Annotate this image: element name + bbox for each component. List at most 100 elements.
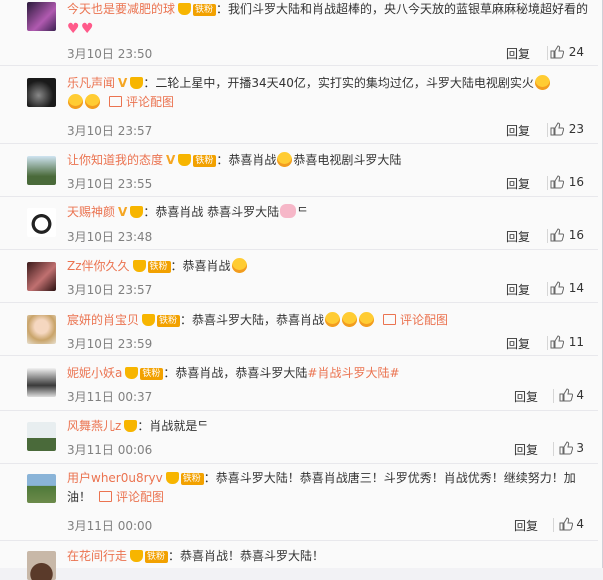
emoji-icon: [85, 94, 100, 109]
comment-time: 3月10日 23:57: [67, 124, 153, 138]
like-count[interactable]: 11: [569, 335, 584, 349]
fan-badge: 铁粉: [157, 315, 181, 327]
comment-time: 3月10日 23:59: [67, 337, 153, 351]
heart-emoji-icon: ♥: [81, 21, 94, 37]
comment-time: 3月11日 00:00: [67, 519, 153, 533]
view-image-link[interactable]: 评论配图: [109, 95, 174, 109]
comment-text: ：二轮上星中，开播34天40亿，实打实的集均过亿，斗罗大陆电视剧实火: [143, 76, 534, 90]
reply-button[interactable]: 回复: [514, 517, 538, 534]
comment-time: 3月11日 00:37: [67, 390, 153, 404]
comment-text: ：恭喜肖战！恭喜斗罗大陆！: [168, 549, 325, 563]
image-icon: [99, 491, 113, 502]
user-name[interactable]: Zz伴你久久: [67, 259, 130, 273]
crown-icon: [165, 472, 179, 484]
avatar[interactable]: [27, 156, 56, 185]
comment-body: 让你知道我的态度 V 铁粉 ：恭喜肖战 恭喜电视剧斗罗大陆: [67, 151, 590, 170]
pig-emoji-icon: [280, 204, 297, 218]
user-name[interactable]: 乐凡声闻: [67, 76, 115, 90]
comment-text: ：恭喜斗罗大陆！恭喜肖战唐三！斗罗优秀！肖战优秀！继续努力！加: [203, 471, 576, 485]
crown-icon: [132, 260, 146, 272]
crown-icon: [178, 154, 192, 166]
thumb-up-icon[interactable]: [559, 388, 573, 402]
view-image-label: 评论配图: [116, 490, 165, 504]
view-image-link[interactable]: 评论配图: [99, 490, 164, 504]
avatar[interactable]: [27, 315, 56, 344]
avatar[interactable]: [27, 262, 56, 291]
comment-text: ：恭喜肖战: [170, 259, 231, 273]
crown-icon: [142, 314, 156, 326]
like-count[interactable]: 4: [576, 517, 584, 531]
comment-item: 风舞燕儿z ：肖战就是ᄃ 3月11日 00:06 回复 3: [0, 411, 598, 464]
comment-body: 宸妍的肖宝贝 铁粉 ：恭喜斗罗大陆，恭喜肖战 评论配图: [67, 311, 590, 330]
crown-icon: [178, 3, 192, 15]
thumb-up-icon[interactable]: [550, 45, 564, 59]
avatar[interactable]: [27, 551, 56, 580]
user-name[interactable]: 天赐神颜: [67, 205, 115, 219]
like-count[interactable]: 3: [576, 441, 584, 455]
reply-button[interactable]: 回复: [514, 388, 538, 405]
avatar[interactable]: [27, 78, 56, 107]
user-name[interactable]: 今天也是要减肥的球: [67, 2, 175, 16]
comment-body: 妮妮小妖a 铁粉 ：恭喜肖战，恭喜斗罗大陆#肖战斗罗大陆#: [67, 364, 590, 383]
reply-button[interactable]: 回复: [506, 281, 530, 298]
comment-item: 让你知道我的态度 V 铁粉 ：恭喜肖战 恭喜电视剧斗罗大陆 3月10日 23:55 回复…: [0, 144, 598, 197]
user-name[interactable]: 妮妮小妖a: [67, 366, 122, 380]
thumb-up-icon[interactable]: [550, 281, 564, 295]
user-name[interactable]: 在花间行走: [67, 549, 127, 563]
divider: [547, 176, 548, 190]
user-name[interactable]: 宸妍的肖宝贝: [67, 313, 139, 327]
like-count[interactable]: 4: [576, 388, 584, 402]
emoji-icon: [325, 312, 341, 327]
topic-tag-link[interactable]: #肖战斗罗大陆#: [307, 366, 399, 380]
user-name[interactable]: 用户wher0u8ryv: [67, 471, 163, 485]
reply-button[interactable]: 回复: [506, 122, 530, 139]
avatar[interactable]: [27, 474, 56, 503]
reply-button[interactable]: 回复: [506, 335, 530, 352]
emoji-icon: [342, 312, 358, 327]
view-image-label: 评论配图: [126, 95, 175, 109]
crown-icon: [130, 550, 144, 562]
thumb-up-icon[interactable]: [550, 175, 564, 189]
reply-button[interactable]: 回复: [514, 441, 538, 458]
comment-item: 今天也是要减肥的球 铁粉 ：我们斗罗大陆和肖战超棒的，央八今天放的蓝银草麻麻秘境超好…: [0, 0, 598, 66]
avatar[interactable]: [27, 422, 56, 451]
divider: [553, 442, 554, 456]
image-icon: [383, 314, 397, 325]
crown-icon: [130, 206, 144, 218]
reply-button[interactable]: 回复: [506, 175, 530, 192]
user-name[interactable]: 让你知道我的态度: [67, 153, 163, 167]
comment-body: 用户wher0u8ryv 铁粉 ：恭喜斗罗大陆！恭喜肖战唐三！斗罗优秀！肖战优秀！继…: [67, 469, 590, 507]
emoji-icon: [68, 94, 83, 109]
comment-text-cont: 油！: [67, 490, 92, 504]
like-count[interactable]: 16: [569, 228, 584, 242]
comment-time: 3月10日 23:55: [67, 177, 153, 191]
view-image-link[interactable]: 评论配图: [383, 313, 448, 327]
reply-button[interactable]: 回复: [506, 45, 530, 62]
avatar[interactable]: [27, 2, 56, 31]
comment-text: ：恭喜斗罗大陆，恭喜肖战: [180, 313, 325, 327]
thumb-up-icon[interactable]: [550, 335, 564, 349]
emoji-icon: [359, 312, 375, 327]
reply-button[interactable]: 回复: [506, 228, 530, 245]
user-name[interactable]: 风舞燕儿z: [67, 419, 121, 433]
avatar[interactable]: [27, 208, 56, 237]
like-count[interactable]: 23: [569, 122, 584, 136]
thumb-up-icon[interactable]: [550, 228, 564, 242]
divider: [547, 123, 548, 137]
like-count[interactable]: 14: [569, 281, 584, 295]
avatar[interactable]: [27, 368, 56, 397]
comment-text: ：恭喜肖战，恭喜斗罗大陆: [163, 366, 308, 380]
thumb-up-icon[interactable]: [559, 441, 573, 455]
comment-time: 3月10日 23:50: [67, 47, 153, 61]
crown-icon: [125, 367, 139, 379]
comment-text: ：我们斗罗大陆和肖战超棒的，央八今天放的蓝银草麻麻秘境超好看的: [216, 2, 589, 16]
fan-badge: 铁粉: [193, 155, 217, 167]
v-badge-icon: V: [166, 153, 176, 167]
like-count[interactable]: 24: [569, 45, 584, 59]
heart-emoji-icon: ♥: [67, 21, 80, 37]
thumb-up-icon[interactable]: [559, 517, 573, 531]
comment-body: 今天也是要减肥的球 铁粉 ：我们斗罗大陆和肖战超棒的，央八今天放的蓝银草麻麻秘境超好…: [67, 0, 590, 38]
thumb-up-icon[interactable]: [550, 122, 564, 136]
like-count[interactable]: 16: [569, 175, 584, 189]
comment-item: 宸妍的肖宝贝 铁粉 ：恭喜斗罗大陆，恭喜肖战 评论配图 3月10日 23:59 回复 …: [0, 303, 598, 356]
